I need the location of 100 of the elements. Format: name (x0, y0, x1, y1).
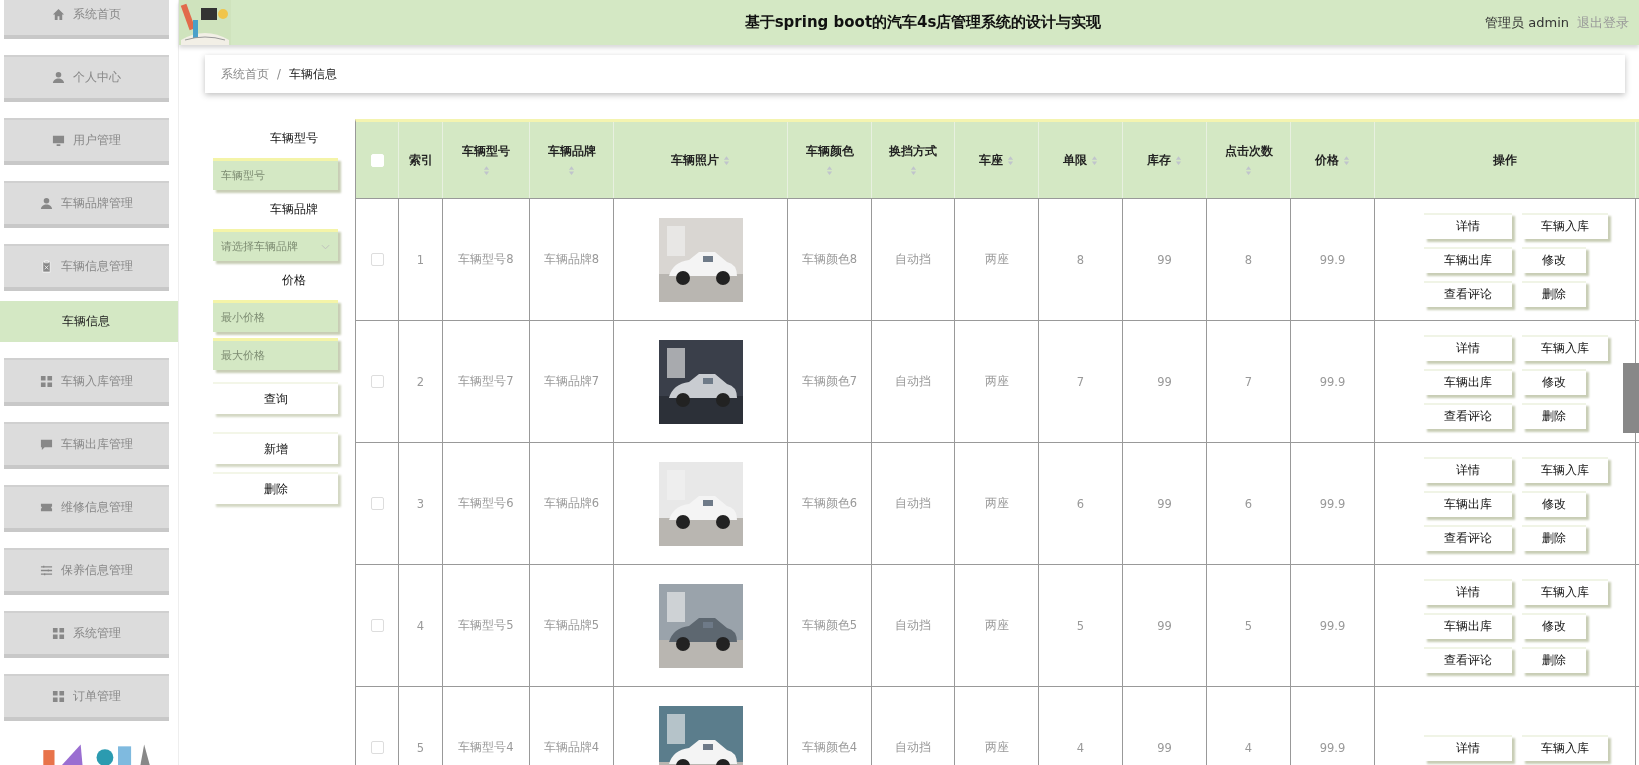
column-header: 车辆型号 (462, 144, 510, 159)
monitor-icon (52, 134, 65, 148)
column-header: 索引 (408, 152, 433, 168)
filter-button[interactable]: 新增 (213, 432, 338, 464)
action-button[interactable]: 车辆出库 (1424, 368, 1512, 395)
checkbox[interactable] (370, 253, 384, 266)
checkbox[interactable] (370, 497, 384, 510)
table-cell: 1 (416, 252, 425, 267)
breadcrumb-link[interactable]: 系统首页 (221, 66, 269, 82)
breadcrumb-link[interactable]: 车辆信息 (288, 66, 337, 82)
table-cell: 4 (1076, 740, 1085, 755)
action-button[interactable]: 详情 (1424, 578, 1512, 605)
table-cell: 7 (1076, 374, 1085, 389)
table-cell: 99.9 (1319, 374, 1346, 389)
checkbox[interactable] (370, 619, 384, 632)
table-cell: 车辆型号7 (458, 374, 514, 389)
person-icon (40, 197, 53, 211)
table-cell: 99 (1157, 374, 1172, 389)
input-field[interactable]: 车辆型号 (213, 158, 338, 190)
input-field[interactable]: 最大价格 (213, 338, 338, 370)
sort-icon[interactable] (723, 154, 730, 166)
action-button[interactable]: 删除 (1522, 402, 1586, 429)
column-header: 单限 (1063, 152, 1087, 168)
chat-icon (40, 437, 53, 451)
filter-button[interactable]: 查询 (213, 382, 338, 414)
action-button[interactable]: 详情 (1424, 734, 1512, 761)
action-button[interactable]: 车辆入库 (1522, 456, 1608, 483)
action-button[interactable]: 查看评论 (1424, 402, 1512, 429)
table-cell: 5 (1244, 618, 1253, 633)
column-header: 车辆照片 (671, 152, 719, 168)
grid-icon (52, 689, 65, 703)
action-button[interactable]: 修改 (1522, 368, 1586, 395)
filter-label: 车辆品牌 (269, 202, 319, 217)
table-cell: 车辆品牌6 (543, 496, 600, 511)
table-cell: 99 (1157, 252, 1172, 267)
table-cell: 99.9 (1319, 618, 1346, 633)
action-button[interactable]: 车辆入库 (1522, 734, 1608, 761)
action-button[interactable]: 查看评论 (1424, 524, 1512, 551)
table-cell: 8 (1076, 252, 1085, 267)
checkbox[interactable] (370, 375, 384, 388)
sort-icon[interactable] (1245, 165, 1252, 176)
clipboard-icon (40, 260, 53, 274)
action-button[interactable]: 车辆入库 (1522, 212, 1608, 239)
sort-icon[interactable] (1091, 154, 1098, 166)
action-button[interactable]: 车辆入库 (1522, 334, 1608, 361)
sort-icon[interactable] (1343, 154, 1350, 166)
column-header: 库存 (1147, 152, 1171, 168)
table-cell: 车辆颜色6 (801, 496, 858, 511)
action-button[interactable]: 删除 (1522, 280, 1586, 307)
column-header: 车辆品牌 (547, 144, 596, 159)
grid-icon (40, 374, 53, 388)
action-button[interactable]: 车辆出库 (1424, 612, 1512, 639)
table-cell: 车辆型号5 (458, 618, 514, 633)
sliders-icon (40, 563, 53, 577)
action-button[interactable]: 查看评论 (1424, 280, 1512, 307)
action-button[interactable]: 修改 (1522, 246, 1586, 273)
action-button[interactable]: 详情 (1424, 456, 1512, 483)
breadcrumb-separator: / (277, 67, 281, 81)
user-name: 管理员 admin (1485, 13, 1569, 32)
table-cell: 自动挡 (895, 252, 931, 267)
sort-icon[interactable] (1007, 154, 1014, 166)
table-cell: 车辆品牌4 (543, 740, 600, 755)
table-cell: 车辆型号4 (458, 740, 514, 755)
action-button[interactable]: 删除 (1522, 524, 1586, 551)
scrollbar-thumb[interactable] (1623, 363, 1639, 433)
table-cell: 7 (1244, 374, 1253, 389)
action-button[interactable]: 删除 (1522, 646, 1586, 673)
column-header: 车辆颜色 (805, 144, 854, 159)
action-button[interactable]: 修改 (1522, 490, 1586, 517)
table-cell: 自动挡 (895, 618, 931, 633)
sidebar-subitem[interactable]: 车辆信息 (0, 301, 178, 343)
table-cell: 车辆型号6 (458, 496, 514, 511)
person-icon (52, 71, 65, 85)
table-cell: 99.9 (1319, 252, 1346, 267)
sort-icon[interactable] (909, 165, 917, 176)
table-cell: 5 (1076, 618, 1085, 633)
action-button[interactable]: 查看评论 (1424, 646, 1512, 673)
grid-icon (52, 626, 65, 640)
chevron-down-icon (321, 243, 330, 250)
action-button[interactable]: 详情 (1424, 212, 1512, 239)
sort-icon[interactable] (482, 165, 490, 176)
sort-icon[interactable] (1175, 154, 1182, 166)
filter-button[interactable]: 删除 (213, 472, 338, 504)
table-cell: 8 (1244, 252, 1253, 267)
action-button[interactable]: 车辆出库 (1424, 490, 1512, 517)
sort-icon[interactable] (826, 165, 833, 176)
table-cell: 99.9 (1319, 496, 1346, 511)
action-button[interactable]: 修改 (1522, 612, 1586, 639)
action-button[interactable]: 车辆入库 (1522, 578, 1608, 605)
table-cell: 两座 (984, 374, 1009, 389)
table-cell: 6 (1076, 496, 1085, 511)
column-header: 点击次数 (1224, 144, 1273, 159)
table-cell: 99.9 (1319, 740, 1346, 755)
table-cell: 4 (416, 618, 425, 633)
sort-icon[interactable] (568, 165, 575, 176)
input-field[interactable]: 最小价格 (213, 300, 338, 332)
action-button[interactable]: 详情 (1424, 334, 1512, 361)
table-cell: 99 (1157, 740, 1172, 755)
checkbox[interactable] (370, 741, 384, 754)
action-button[interactable]: 车辆出库 (1424, 246, 1512, 273)
